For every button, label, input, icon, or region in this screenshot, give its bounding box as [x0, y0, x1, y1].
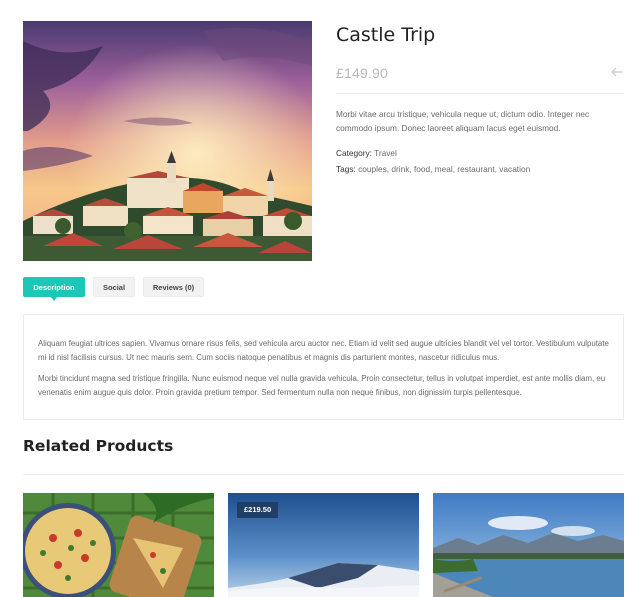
category-link[interactable]: Travel — [374, 148, 397, 158]
related-products-title: Related Products — [23, 437, 174, 455]
castle-town-photo — [23, 21, 312, 261]
description-panel: Aliquam feugiat ultrices sapien. Vivamus… — [23, 314, 624, 420]
tab-reviews[interactable]: Reviews (0) — [143, 277, 204, 297]
tags-label: Tags: — [336, 164, 356, 174]
arrow-left-icon[interactable] — [610, 66, 624, 78]
related-product-card[interactable] — [23, 493, 214, 597]
product-title: Castle Trip — [336, 24, 436, 46]
tab-description[interactable]: Description — [23, 277, 85, 301]
price-row: £149.90 — [336, 63, 624, 94]
description-paragraph-1: Aliquam feugiat ultrices sapien. Vivamus… — [38, 339, 609, 362]
short-description: Morbi vitae arcu tristique, vehicula neq… — [336, 109, 590, 133]
tags-links[interactable]: couples, drink, food, meal, restaurant, … — [358, 164, 530, 174]
divider — [23, 474, 624, 475]
category-label: Category: — [336, 148, 372, 158]
product-price: £149.90 — [336, 65, 389, 81]
product-tabs: Description Social Reviews (0) — [23, 277, 204, 301]
tags-row: Tags: couples, drink, food, meal, restau… — [336, 161, 624, 177]
quiche-food-photo — [23, 493, 214, 597]
tab-social[interactable]: Social — [93, 277, 135, 297]
price-badge: £219.50 — [237, 502, 279, 518]
related-product-card[interactable]: £219.50 — [228, 493, 419, 597]
related-product-card[interactable] — [433, 493, 624, 597]
category-row: Category: Travel — [336, 145, 624, 161]
description-paragraph-2: Morbi tincidunt magna sed tristique frin… — [38, 374, 606, 397]
mountain-lake-photo — [433, 493, 624, 597]
product-meta: Category: Travel Tags: couples, drink, f… — [336, 145, 624, 177]
product-image[interactable] — [23, 21, 312, 261]
product-summary: Castle Trip £149.90 Morbi vitae arcu tri… — [336, 21, 624, 177]
